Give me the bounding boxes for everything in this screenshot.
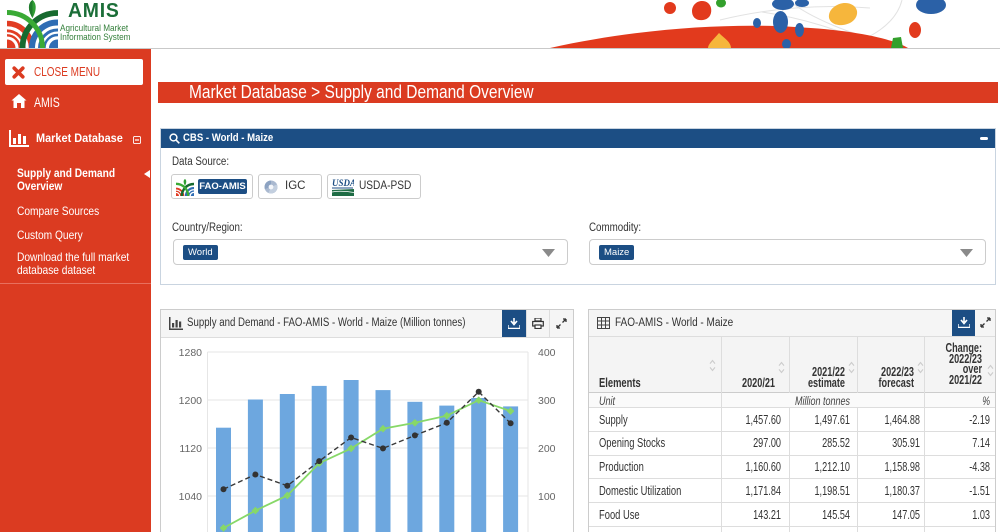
svg-text:400: 400 — [538, 347, 556, 359]
svg-text:1200: 1200 — [179, 395, 203, 407]
svg-text:1280: 1280 — [179, 347, 203, 359]
svg-text:200: 200 — [538, 443, 556, 455]
svg-text:USDA: USDA — [332, 178, 354, 188]
svg-text:1040: 1040 — [179, 491, 203, 503]
svg-text:100: 100 — [538, 491, 556, 503]
svg-text:300: 300 — [538, 395, 556, 407]
svg-text:1120: 1120 — [179, 443, 202, 455]
